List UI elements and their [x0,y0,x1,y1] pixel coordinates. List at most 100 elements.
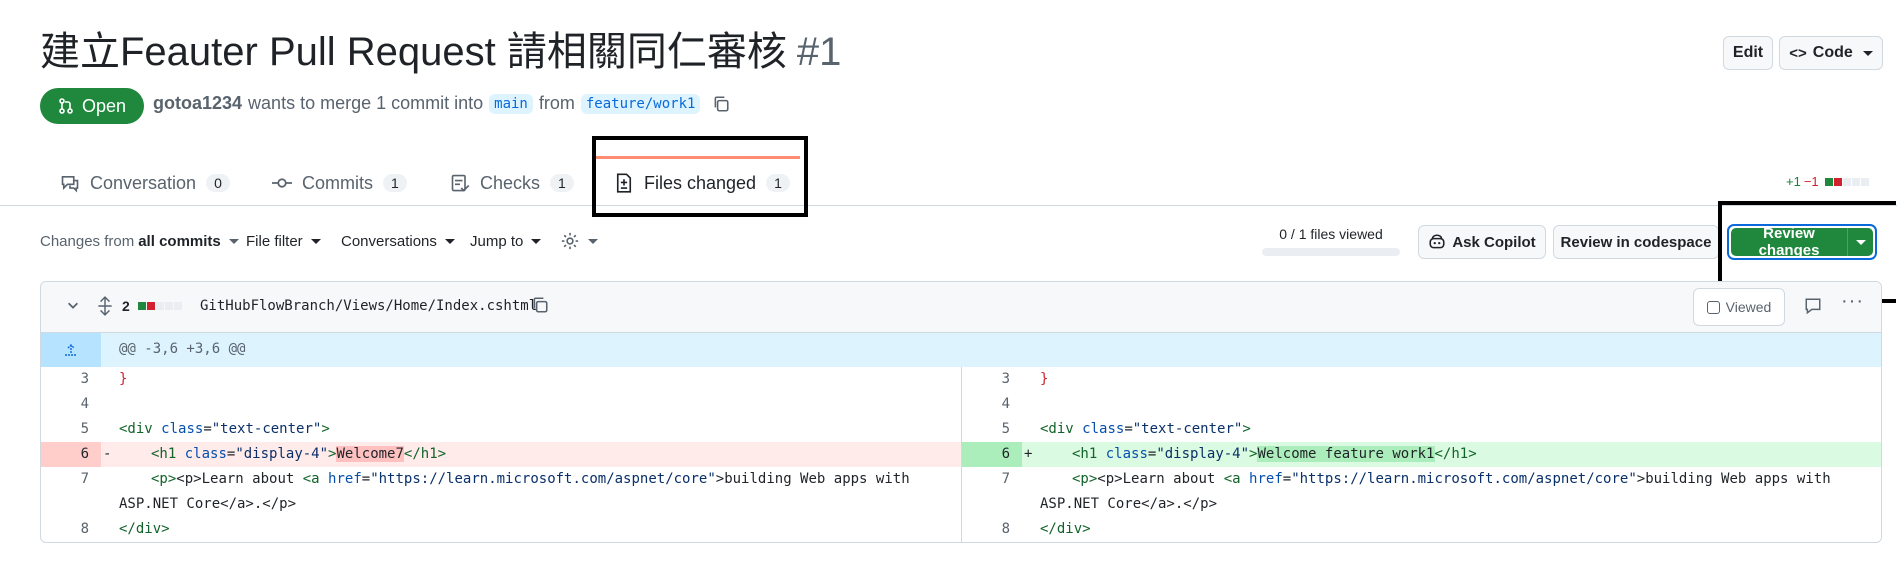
changes-from-value: all commits [138,233,221,250]
edit-button[interactable]: Edit [1723,36,1773,70]
pull-request-icon [59,98,73,114]
tab-commits[interactable]: Commits 1 [272,160,407,206]
line-number[interactable]: 4 [41,392,101,417]
diffstat-removed: −1 [1803,174,1819,189]
tab-checks-label: Checks [480,172,541,193]
checklist-icon [451,174,470,192]
tab-commits-count: 1 [383,174,407,192]
chevron-down-icon [444,239,455,244]
code-line: ASP.NET Core</a>.</p> [119,496,297,512]
tab-conversation-count: 0 [206,174,230,192]
review-in-codespace-label: Review in codespace [1560,233,1712,251]
settings-dropdown[interactable] [560,231,598,251]
diff-sign: + [1024,446,1033,462]
diff-row: 4 [41,392,961,417]
line-number[interactable]: 8 [962,517,1022,542]
tab-checks[interactable]: Checks 1 [450,160,574,206]
diff-row-deleted: 6- <h1 class="display-4">Welcome7</h1> [41,442,961,467]
pr-title: 建立Feauter Pull Request 請相關同仁審核 #1 [40,28,841,76]
diff-row-wrap: ASP.NET Core</a>.</p> [41,492,961,517]
line-number[interactable]: 5 [962,417,1022,442]
tab-conversation[interactable]: Conversation 0 [60,160,230,206]
line-number[interactable]: 5 [41,417,101,442]
files-changed-highlight-box [592,136,808,217]
changes-from-prefix: Changes from [40,233,135,250]
chevron-down-icon [588,238,598,244]
edit-label: Edit [1732,44,1764,61]
conversations-dropdown[interactable]: Conversations [341,233,455,250]
file-path[interactable]: GitHubFlowBranch/Views/Home/Index.cshtml [200,298,537,314]
comment-icon[interactable] [1803,297,1823,320]
viewed-checkbox[interactable]: Viewed [1693,288,1785,326]
line-number[interactable]: 3 [41,367,101,392]
deleted-text: Welcome7 [336,446,404,462]
gear-icon [561,232,579,250]
chevron-down-icon [531,239,542,244]
head-branch[interactable]: feature/work1 [580,93,701,114]
expand-all-icon[interactable] [96,296,114,321]
diff-row: 7 <p><p>Learn about <a href="https://lea… [41,467,961,492]
comment-discussion-icon [61,175,79,193]
line-number[interactable]: 7 [962,467,1022,492]
added-text: Welcome feature work1 [1257,446,1435,462]
code-icon: <> [1789,44,1807,62]
diff-sign: - [103,446,112,462]
hunk-header: @@ -3,6 +3,6 @@ [41,333,1881,367]
pr-subline: gotoa1234 wants to merge 1 commit into m… [153,93,730,114]
file-diffstat-blocks [138,302,182,310]
ask-copilot-label: Ask Copilot [1452,233,1536,251]
ask-copilot-button[interactable]: Ask Copilot [1418,225,1546,259]
file-change-count: 2 [122,298,130,314]
diff-row: 7 <p><p>Learn about <a href="https://lea… [962,467,1881,492]
copy-icon[interactable] [531,296,549,319]
diffstat-added: +1 [1786,174,1801,189]
diff-row-wrap: ASP.NET Core</a>.</p> [962,492,1881,517]
file-header: 2 GitHubFlowBranch/Views/Home/Index.csht… [41,282,1881,333]
code-button[interactable]: <> Code [1779,36,1883,70]
checkbox-icon [1706,300,1720,314]
review-in-codespace-button[interactable]: Review in codespace [1553,225,1719,259]
diff-right-pane: 3} 4 5 <div class="text-center"> 6 + <h1 … [962,367,1881,542]
conversations-label: Conversations [341,233,437,250]
diff-row: 5 <div class="text-center"> [41,417,961,442]
file-filter-dropdown[interactable]: File filter [246,233,321,250]
chevron-down-icon [1862,50,1873,56]
line-number[interactable]: 4 [962,392,1022,417]
pr-number: #1 [796,30,842,74]
code-line: } [119,371,128,387]
jump-to-label: Jump to [470,233,524,250]
chevron-down-icon [310,239,321,244]
tab-conversation-label: Conversation [90,172,197,193]
code-label: Code [1812,44,1853,61]
pr-state-badge: Open [40,88,144,124]
line-number[interactable]: 3 [962,367,1022,392]
copy-icon[interactable] [712,95,730,113]
diff-row: 8 </div> [962,517,1881,542]
pr-title-text: 建立Feauter Pull Request 請相關同仁審核 [40,30,787,74]
line-number[interactable]: 6 [41,442,101,467]
tab-checks-count: 1 [550,174,574,192]
code-line: <p><p>Learn about <a href="https://learn… [151,471,910,487]
code-line: ASP.NET Core</a>.</p> [1040,496,1218,512]
line-number[interactable]: 8 [41,517,101,542]
code-line: </div> [119,521,170,537]
hunk-range: @@ -3,6 +3,6 @@ [119,341,246,357]
code-line: <div class="text-center"> [119,421,330,437]
files-viewed-progress: 0 / 1 files viewed [1262,226,1400,256]
jump-to-dropdown[interactable]: Jump to [470,233,542,250]
code-line: <h1 class="display-4">Welcome7</h1> [151,446,447,462]
line-number[interactable]: 7 [41,467,101,492]
diff-row: 5 <div class="text-center"> [962,417,1881,442]
base-branch[interactable]: main [489,93,533,114]
viewed-label: Viewed [1725,299,1772,315]
pr-author-link[interactable]: gotoa1234 [153,93,242,114]
diffstat-blocks [1824,177,1869,186]
diff-row: 3} [962,367,1881,392]
line-number[interactable]: 6 [962,442,1022,467]
kebab-menu-icon[interactable]: ··· [1841,290,1864,313]
diff-row: 8 </div> [41,517,961,542]
collapse-chevron-icon[interactable] [66,298,80,317]
expand-up-button[interactable] [41,333,101,367]
files-viewed-text: 0 / 1 files viewed [1279,226,1383,242]
changes-from-dropdown[interactable]: Changes from all commits [40,233,239,250]
